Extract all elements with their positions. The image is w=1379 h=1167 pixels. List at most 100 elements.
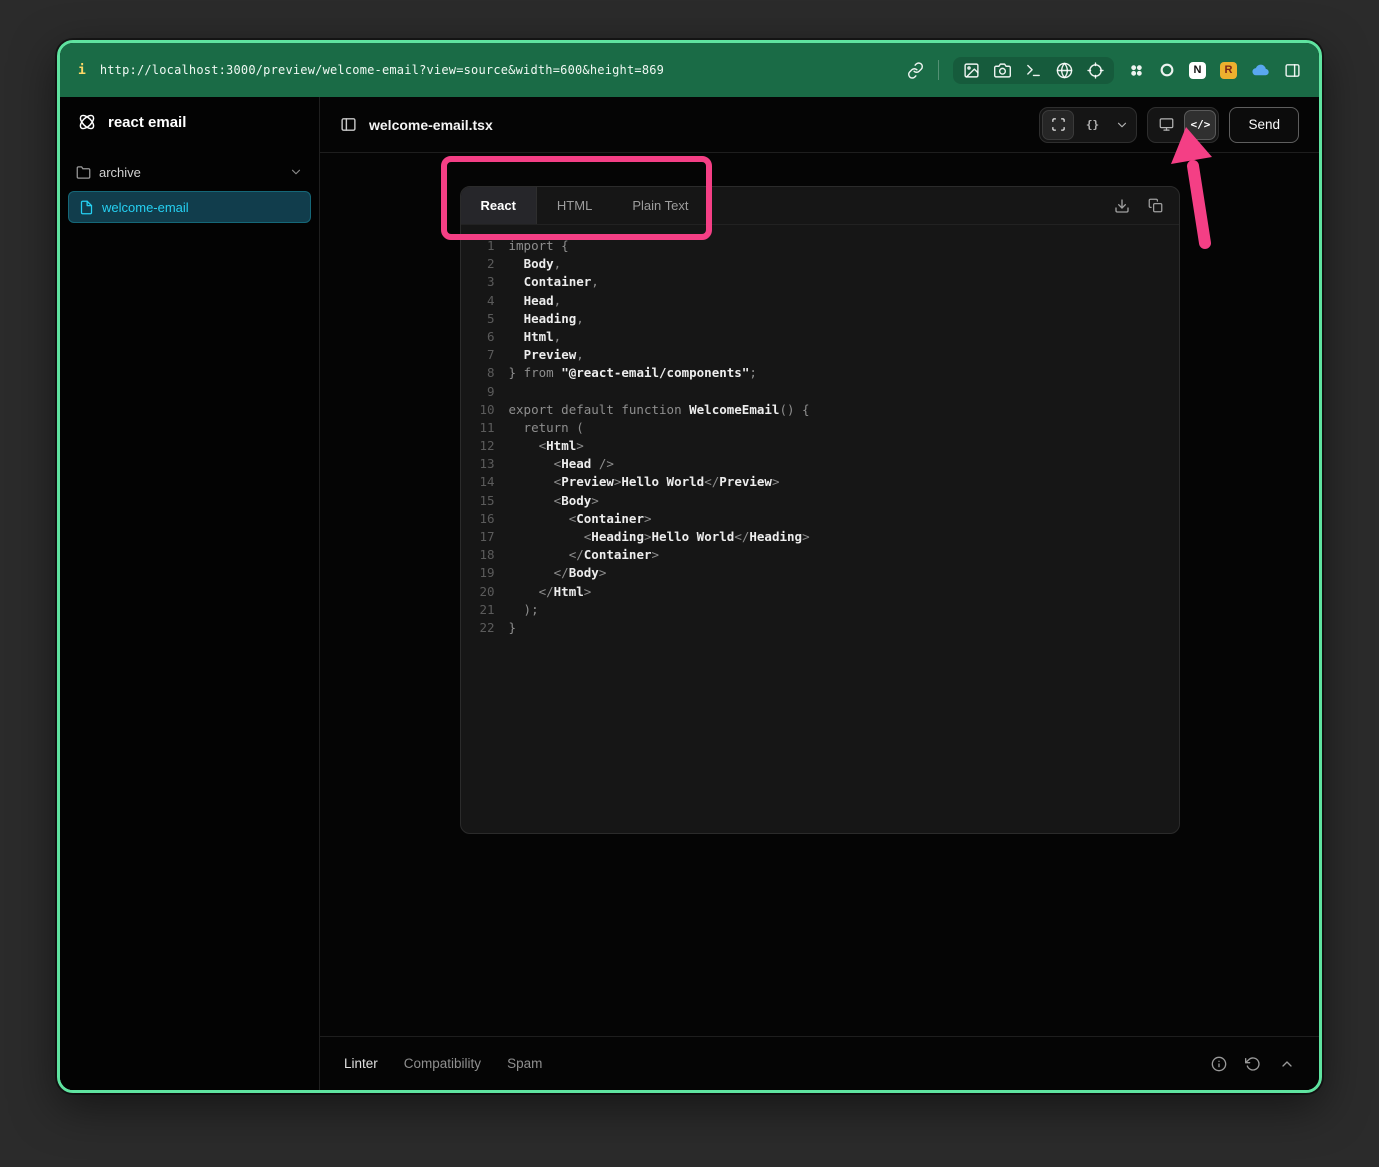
r-extension-icon[interactable]: R [1220,62,1237,79]
line-number: 22 [461,619,495,637]
notion-extension-icon[interactable]: N [1189,62,1206,79]
sidebar-item-welcome-email[interactable]: welcome-email [68,191,311,223]
view-options-group: {} [1039,107,1137,143]
code-line: 19 </Body> [461,564,1179,582]
sidebar-toggle-icon[interactable] [340,116,357,133]
page-title: welcome-email.tsx [369,117,493,133]
panel-right-icon[interactable] [1284,62,1301,79]
chevron-up-icon[interactable] [1279,1056,1295,1072]
browser-tools-group [953,57,1114,84]
info-glyph: i [78,63,86,78]
folder-label: archive [99,165,141,180]
link-icon[interactable] [907,62,924,79]
line-number: 19 [461,564,495,582]
browser-toolbar: i http://localhost:3000/preview/welcome-… [60,43,1319,97]
panel-actions [1114,187,1179,224]
sidebar-item-label: welcome-email [102,200,189,215]
image-icon[interactable] [963,62,980,79]
browser-toolbar-icons: N R [907,57,1301,84]
code-line: 17 <Heading>Hello World</Heading> [461,528,1179,546]
cloud-icon[interactable] [1251,61,1270,80]
crosshair-icon[interactable] [1087,62,1104,79]
code-line: 10export default function WelcomeEmail()… [461,401,1179,419]
source-viewer-panel: React HTML Plain Text [460,186,1180,834]
copy-icon[interactable] [1148,198,1163,213]
line-number: 4 [461,292,495,310]
sidebar-nav: archive welcome-email [60,147,319,223]
code-line: 2 Body, [461,255,1179,273]
download-icon[interactable] [1114,198,1130,214]
line-number: 18 [461,546,495,564]
chevron-down-icon[interactable] [289,165,303,179]
line-number: 12 [461,437,495,455]
brand: react email [60,97,319,147]
code-line: 4 Head, [461,292,1179,310]
code-lines: 1import {2 Body,3 Container,4 Head,5 Hea… [461,225,1179,833]
line-number: 2 [461,255,495,273]
code-line: 18 </Container> [461,546,1179,564]
line-number: 16 [461,510,495,528]
footer-tab-spam[interactable]: Spam [507,1056,542,1071]
sidebar-folder-archive[interactable]: archive [68,157,311,187]
main-area: welcome-email.tsx {} [320,97,1319,1090]
line-number: 17 [461,528,495,546]
line-number: 14 [461,473,495,491]
source-viewer-tabs: React HTML Plain Text [461,187,1179,225]
line-number: 21 [461,601,495,619]
brand-label: react email [108,114,186,131]
footer-tab-compatibility[interactable]: Compatibility [404,1056,481,1071]
globe-icon[interactable] [1056,62,1073,79]
header-controls: {} </> [1039,107,1299,143]
footer-tab-linter[interactable]: Linter [344,1056,378,1071]
browser-window: i http://localhost:3000/preview/welcome-… [57,40,1322,1093]
line-number: 11 [461,419,495,437]
react-email-logo-icon [76,111,98,133]
line-number: 13 [461,455,495,473]
tab-react[interactable]: React [461,187,537,224]
line-number: 3 [461,273,495,291]
view-options-chevron[interactable] [1110,110,1134,140]
camera-icon[interactable] [994,62,1011,79]
ring-extension-icon[interactable] [1159,62,1175,78]
sidebar: react email archive [60,97,320,1090]
line-number: 20 [461,583,495,601]
info-icon[interactable] [1211,1056,1227,1072]
code-line: 3 Container, [461,273,1179,291]
clover-icon[interactable] [1128,62,1145,79]
code-line: 7 Preview, [461,346,1179,364]
send-button[interactable]: Send [1229,107,1299,143]
source-code-button[interactable]: </> [1184,110,1216,140]
footer-toolbar: Linter Compatibility Spam [320,1036,1319,1090]
viewport-size-button[interactable] [1042,110,1074,140]
app: react email archive [60,97,1319,1090]
tab-html[interactable]: HTML [537,187,612,224]
braces-button[interactable]: {} [1076,110,1108,140]
desktop-preview-button[interactable] [1150,110,1182,140]
preview-mode-group: </> [1147,107,1219,143]
url-text[interactable]: http://localhost:3000/preview/welcome-em… [100,63,664,77]
footer-icons [1211,1056,1295,1072]
code-line: 13 <Head /> [461,455,1179,473]
code-line: 12 <Html> [461,437,1179,455]
reset-icon[interactable] [1245,1056,1261,1072]
line-number: 15 [461,492,495,510]
code-line: 21 ); [461,601,1179,619]
code-line: 22} [461,619,1179,637]
code-line: 9 [461,383,1179,401]
code-line: 11 return ( [461,419,1179,437]
code-icon: </> [1191,118,1211,131]
line-number: 10 [461,401,495,419]
tab-plain-text[interactable]: Plain Text [612,187,708,224]
code-line: 8} from "@react-email/components"; [461,364,1179,382]
line-number: 9 [461,383,495,401]
line-number: 6 [461,328,495,346]
folder-icon [76,165,91,180]
code-line: 5 Heading, [461,310,1179,328]
code-line: 6 Html, [461,328,1179,346]
toolbar-divider [938,60,939,80]
braces-icon: {} [1086,118,1099,131]
desktop: i http://localhost:3000/preview/welcome-… [0,0,1379,1167]
line-number: 5 [461,310,495,328]
line-number: 1 [461,237,495,255]
terminal-icon[interactable] [1025,62,1042,79]
